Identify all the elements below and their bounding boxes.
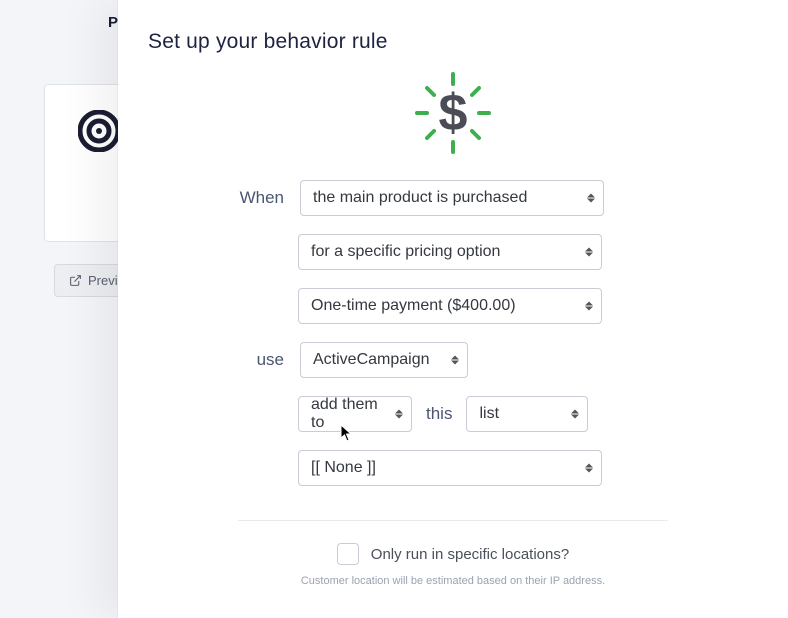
chevron-updown-icon [451,356,459,365]
chevron-updown-icon [587,194,595,203]
chevron-updown-icon [585,464,593,473]
purchase-money-icon: $ [118,54,788,180]
chevron-updown-icon [585,248,593,257]
action-select[interactable]: add them to [298,396,412,432]
pricing-option-select[interactable]: One-time payment ($400.00) [298,288,602,324]
pricing-option-select-value: One-time payment ($400.00) [311,297,516,315]
bg-header-left: P [108,14,118,31]
modal-footer: Only run in specific locations? Customer… [238,543,668,601]
integration-select[interactable]: ActiveCampaign [300,342,468,378]
chevron-updown-icon [585,302,593,311]
target-icon [78,110,120,157]
locations-checkbox[interactable] [337,543,359,565]
divider [238,520,668,521]
rule-form: When the main product is purchased for a… [118,180,788,618]
target-type-select-value: list [479,405,499,423]
behavior-rule-modal: Set up your behavior rule $ When the mai… [118,0,788,618]
chevron-updown-icon [571,410,579,419]
target-value-select-value: [[ None ]] [311,459,376,477]
condition-select-value: for a specific pricing option [311,243,500,261]
when-label: When [238,188,284,208]
chevron-updown-icon [395,410,403,419]
external-link-icon [69,274,82,287]
this-connector: this [424,404,454,424]
use-label: use [238,350,284,370]
integration-select-value: ActiveCampaign [313,351,430,369]
target-type-select[interactable]: list [466,396,588,432]
target-value-select[interactable]: [[ None ]] [298,450,602,486]
condition-select[interactable]: for a specific pricing option [298,234,602,270]
locations-hint: Customer location will be estimated base… [238,575,668,587]
locations-checkbox-label: Only run in specific locations? [371,546,569,563]
trigger-select[interactable]: the main product is purchased [300,180,604,216]
action-select-value: add them to [311,396,381,432]
svg-text:$: $ [439,84,468,142]
modal-title: Set up your behavior rule [118,0,788,54]
preview-button-label: Previ [88,273,118,288]
trigger-select-value: the main product is purchased [313,189,527,207]
